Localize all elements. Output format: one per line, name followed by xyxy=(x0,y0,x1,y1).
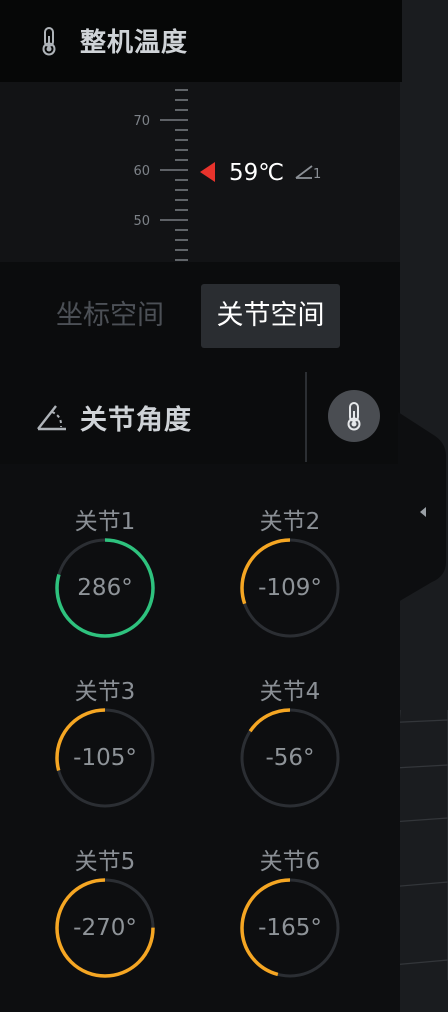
thermometer-icon xyxy=(42,27,56,56)
sub-index: 1 xyxy=(313,167,321,182)
joint-value: -56° xyxy=(265,745,315,771)
angle-small-icon xyxy=(295,165,313,179)
joint-gauge-5: 关节5 -270° xyxy=(50,842,190,1002)
tick-label-60: 60 xyxy=(133,164,150,179)
joint-label: 关节1 xyxy=(74,509,136,535)
thermometer-icon xyxy=(347,402,361,431)
joint-gauge-1: 关节1 286° xyxy=(50,502,190,662)
angle-icon xyxy=(37,405,66,431)
joint-label: 关节4 xyxy=(259,679,321,705)
side-panel: 整机温度 70 60 50 59℃ 1 坐标空间 关节空间 关节角度 关节1 2… xyxy=(0,0,402,1012)
joint-label: 关节6 xyxy=(259,849,321,875)
divider xyxy=(305,372,307,462)
joint-value: -270° xyxy=(73,915,137,941)
temperature-marker xyxy=(200,162,215,182)
joint-grid: 关节1 286° 关节2 -109° 关节3 -105° 关节4 -56° 关节5 -270° 关节… xyxy=(0,464,400,1012)
section-title: 关节角度 xyxy=(80,405,192,436)
joint-value: -105° xyxy=(73,745,137,771)
joint-value: 286° xyxy=(77,575,133,601)
joint-label: 关节2 xyxy=(259,509,321,535)
joint-label: 关节5 xyxy=(74,849,136,875)
tab-joint-space[interactable]: 关节空间 xyxy=(201,284,340,348)
space-tabs: 坐标空间 关节空间 xyxy=(0,262,400,372)
tick-label-70: 70 xyxy=(133,114,150,129)
joint-gauge-2: 关节2 -109° xyxy=(235,502,375,662)
joint-gauge-3: 关节3 -105° xyxy=(50,672,190,832)
tab-coordinate-space[interactable]: 坐标空间 xyxy=(40,284,180,348)
collapse-panel-tab[interactable] xyxy=(398,412,448,602)
joint-gauge-6: 关节6 -165° xyxy=(235,842,375,1002)
page-title: 整机温度 xyxy=(80,28,189,58)
temperature-reading: 59℃ xyxy=(229,160,284,186)
temperature-header: 整机温度 xyxy=(0,0,402,82)
joint-value: -109° xyxy=(258,575,322,601)
joint-value: -165° xyxy=(258,915,322,941)
joint-label: 关节3 xyxy=(74,679,136,705)
tick-label-50: 50 xyxy=(133,214,150,229)
joint-gauge-4: 关节4 -56° xyxy=(235,672,375,832)
temperature-toggle-button[interactable] xyxy=(328,390,380,442)
temperature-gauge: 70 60 50 59℃ 1 xyxy=(0,82,400,262)
